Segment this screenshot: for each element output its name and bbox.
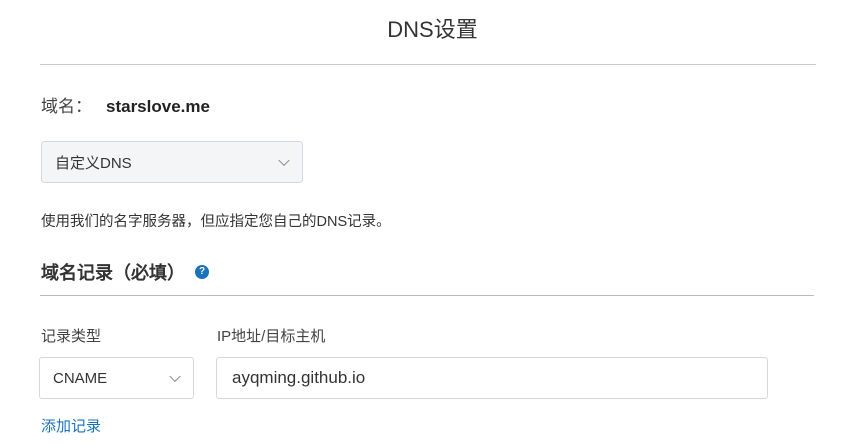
chevron-down-icon <box>278 154 290 167</box>
section-divider <box>40 295 814 296</box>
record-type-label: 记录类型 <box>41 328 102 345</box>
dns-type-select[interactable]: 自定义DNS <box>41 141 303 183</box>
question-circle-icon[interactable]: ? <box>195 265 209 279</box>
domain-row: 域名： starslove.me <box>41 92 210 117</box>
record-type-selected: CNAME <box>53 369 108 387</box>
dns-type-selected: 自定义DNS <box>55 154 132 172</box>
records-section-title-text: 域名记录（必填） <box>41 263 185 283</box>
page-title: DNS设置 <box>387 17 478 42</box>
records-section-title: 域名记录（必填） ? <box>41 259 209 285</box>
target-host-label: IP地址/目标主机 <box>217 328 326 345</box>
title-divider <box>40 64 816 65</box>
target-host-input[interactable] <box>216 357 768 399</box>
chevron-down-icon <box>169 370 181 383</box>
domain-label: 域名： <box>41 97 92 116</box>
record-type-select[interactable]: CNAME <box>39 357 194 399</box>
add-record-link[interactable]: 添加记录 <box>41 415 101 436</box>
domain-value: starslove.me <box>106 97 210 116</box>
dns-description: 使用我们的名字服务器，但应指定您自己的DNS记录。 <box>41 214 391 230</box>
